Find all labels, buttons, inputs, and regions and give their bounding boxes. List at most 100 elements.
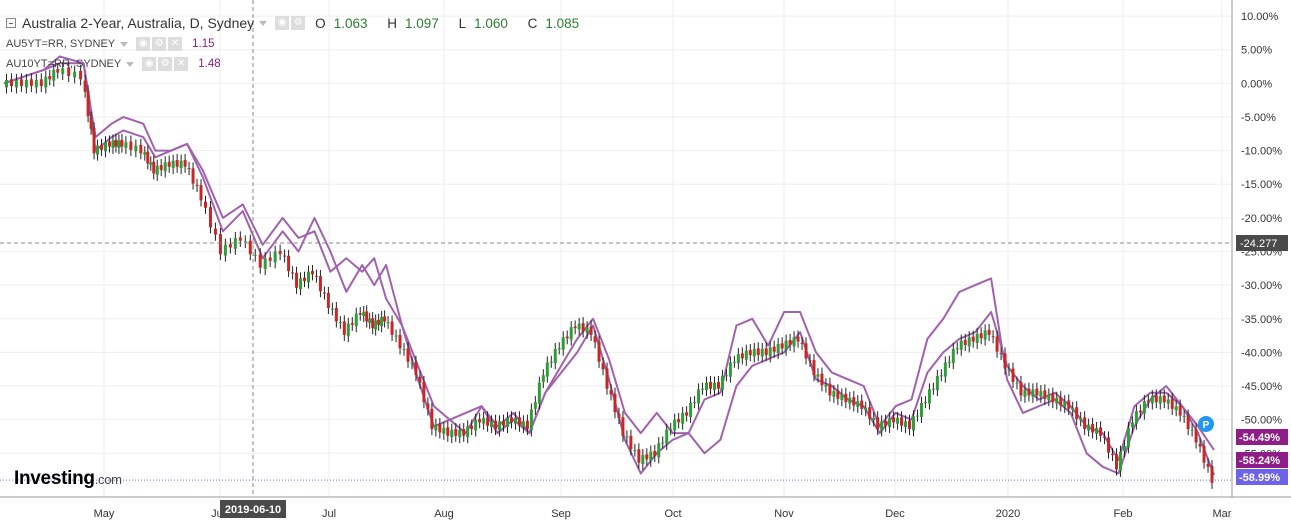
candle-body bbox=[816, 374, 820, 377]
candle-body bbox=[653, 450, 657, 456]
candle-body bbox=[772, 346, 776, 352]
candle-body bbox=[19, 79, 23, 87]
candle-body bbox=[557, 348, 561, 350]
candle-body bbox=[1047, 394, 1051, 401]
candle-body bbox=[673, 419, 677, 431]
candle-body bbox=[146, 151, 150, 164]
x-tick-label: Sep bbox=[551, 508, 571, 520]
candle-body bbox=[159, 165, 163, 171]
candle-body bbox=[864, 407, 868, 411]
candle-body bbox=[14, 79, 18, 88]
brand-logo: Investing.com bbox=[14, 468, 122, 489]
candle-body bbox=[287, 255, 291, 272]
candle-body bbox=[724, 375, 728, 377]
candle-body bbox=[213, 228, 217, 235]
candle-body bbox=[561, 337, 565, 350]
candle-body bbox=[446, 427, 450, 436]
candle-body bbox=[1051, 393, 1055, 403]
symbol-title[interactable]: Australia 2-Year, Australia, D, Sydney bbox=[22, 15, 254, 31]
candle-body bbox=[195, 184, 199, 186]
candle-body bbox=[987, 329, 991, 335]
candle-body bbox=[1035, 388, 1039, 396]
y-tick-label: 10.00% bbox=[1241, 11, 1279, 23]
price-marker-icon[interactable]: P bbox=[1198, 416, 1214, 432]
candle-body bbox=[999, 353, 1003, 355]
candle-body bbox=[1206, 464, 1210, 467]
x-tick-label: Jul bbox=[322, 508, 336, 520]
candle-body bbox=[1202, 445, 1206, 463]
chevron-down-icon[interactable] bbox=[126, 61, 135, 67]
candle-body bbox=[1063, 401, 1067, 407]
candle-body bbox=[263, 258, 267, 269]
candle-body bbox=[1091, 424, 1095, 433]
candle-body bbox=[322, 292, 326, 294]
chart[interactable]: 10.00% 5.00% 0.00% -5.00% -10.00% -15.00% -20.… bbox=[0, 0, 1291, 527]
candle-body bbox=[494, 420, 498, 430]
price-badge-label: -58.99% bbox=[1239, 472, 1280, 484]
candle-body bbox=[394, 335, 398, 337]
chevron-down-icon[interactable] bbox=[120, 41, 129, 47]
candle-body bbox=[295, 272, 299, 288]
price-badge-label: -58.24% bbox=[1239, 455, 1280, 467]
chevron-down-icon[interactable] bbox=[259, 20, 268, 26]
candle-body bbox=[860, 400, 864, 409]
candle-body bbox=[1095, 428, 1099, 434]
candle-body bbox=[744, 350, 748, 360]
candle-body bbox=[808, 359, 812, 361]
close-icon[interactable]: ✕ bbox=[174, 57, 189, 71]
candle-body bbox=[167, 161, 171, 167]
visibility-icon[interactable]: ◉ bbox=[136, 37, 151, 51]
candle-body bbox=[268, 257, 272, 261]
candle-body bbox=[740, 353, 744, 359]
y-tick-label: -45.00% bbox=[1241, 381, 1282, 393]
settings-icon[interactable]: ⚙ bbox=[152, 37, 167, 51]
candle-body bbox=[752, 349, 756, 357]
close-icon[interactable]: ✕ bbox=[168, 37, 183, 51]
legend-overlay-au10yt: AU10YT=RR, SYDNEY ◉ ⚙ ✕ 1.48 bbox=[6, 54, 595, 74]
candle-body bbox=[1007, 369, 1011, 371]
overlay-name[interactable]: AU10YT=RR, SYDNEY bbox=[6, 58, 121, 70]
candle-body bbox=[840, 394, 844, 401]
candle-body bbox=[915, 415, 919, 417]
candle-body bbox=[577, 323, 581, 330]
candle-body bbox=[383, 316, 387, 322]
candle-body bbox=[1055, 397, 1059, 404]
candle-body bbox=[103, 142, 107, 152]
candle-body bbox=[89, 117, 93, 129]
overlay-name[interactable]: AU5YT=RR, SYDNEY bbox=[6, 38, 115, 50]
candle-body bbox=[458, 429, 462, 438]
candle-body bbox=[545, 362, 549, 377]
candle-body bbox=[991, 336, 995, 338]
candle-body bbox=[490, 421, 494, 428]
candle-body bbox=[291, 272, 295, 274]
candle-body bbox=[657, 443, 661, 458]
candle-body bbox=[218, 234, 222, 255]
candle-body bbox=[506, 417, 510, 428]
candle-body bbox=[228, 244, 232, 248]
candle-body bbox=[486, 417, 490, 426]
candle-body bbox=[155, 165, 159, 175]
visibility-icon[interactable]: ◉ bbox=[142, 57, 157, 71]
candle-body bbox=[454, 429, 458, 436]
candle-body bbox=[283, 255, 287, 257]
candle-body bbox=[438, 424, 442, 433]
settings-icon[interactable]: ⚙ bbox=[158, 57, 173, 71]
collapse-toggle-icon[interactable] bbox=[6, 18, 16, 28]
candle-body bbox=[442, 428, 446, 434]
candle-body bbox=[617, 413, 621, 418]
y-tick-label: -30.00% bbox=[1241, 280, 1282, 292]
candle-body bbox=[418, 376, 422, 383]
candle-body bbox=[502, 420, 506, 426]
candle-body bbox=[529, 409, 533, 431]
candle-body bbox=[377, 319, 381, 325]
candle-body bbox=[390, 321, 394, 335]
candle-body bbox=[625, 436, 629, 438]
visibility-icon[interactable]: ◉ bbox=[275, 16, 290, 30]
candle-body bbox=[649, 451, 653, 461]
settings-icon[interactable]: ⚙ bbox=[291, 16, 306, 30]
candle-body bbox=[1114, 454, 1118, 470]
x-tick-label: Mar bbox=[1213, 508, 1232, 520]
x-tick-label: May bbox=[94, 508, 115, 520]
candle-body bbox=[478, 418, 482, 423]
candle-body bbox=[204, 201, 208, 208]
